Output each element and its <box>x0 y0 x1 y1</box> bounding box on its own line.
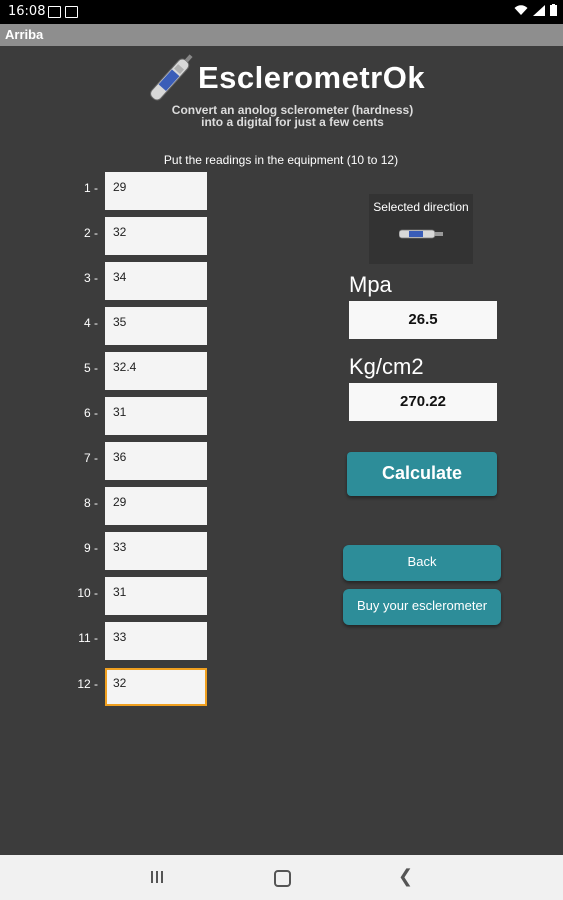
reading-label-1: 1 - <box>83 181 98 195</box>
direction-panel[interactable]: Selected direction <box>369 194 473 264</box>
mpa-value: 26.5 <box>349 301 497 339</box>
reading-label-8: 8 - <box>83 496 98 510</box>
reading-label-6: 6 - <box>83 406 98 420</box>
reading-input-3[interactable]: 34 <box>105 262 207 300</box>
reading-input-12[interactable]: 32 <box>105 668 207 706</box>
reading-input-8[interactable]: 29 <box>105 487 207 525</box>
home-icon[interactable] <box>274 870 291 887</box>
sclerometer-logo-icon <box>150 54 193 101</box>
reading-input-7[interactable]: 36 <box>105 442 207 480</box>
system-icons <box>514 4 557 16</box>
instructions-text: Put the readings in the equipment (10 to… <box>163 153 399 167</box>
recent-apps-icon[interactable] <box>151 871 163 883</box>
buy-esclerometer-button[interactable]: Buy your esclerometer <box>343 589 501 625</box>
status-time: 16:08 <box>8 4 46 19</box>
reading-label-2: 2 - <box>83 226 98 240</box>
mpa-label: Mpa <box>349 272 392 297</box>
reading-label-7: 7 - <box>83 451 98 465</box>
reading-input-9[interactable]: 33 <box>105 532 207 570</box>
app-title: EsclerometrOk <box>198 60 426 95</box>
reading-label-4: 4 - <box>83 316 98 330</box>
reading-label-9: 9 - <box>83 541 98 555</box>
reading-input-2[interactable]: 32 <box>105 217 207 255</box>
kg-label: Kg/cm2 <box>349 354 424 379</box>
reading-input-6[interactable]: 31 <box>105 397 207 435</box>
direction-label: Selected direction <box>373 200 469 214</box>
wifi-icon <box>514 4 528 15</box>
reading-label-12: 12 - <box>77 677 98 691</box>
notification-icons <box>48 6 78 18</box>
reading-label-3: 3 - <box>83 271 98 285</box>
back-nav-icon[interactable]: ❮ <box>398 866 413 887</box>
kg-value: 270.22 <box>349 383 497 421</box>
status-bar: 16:08 <box>0 0 563 24</box>
navigation-bar: ❮ <box>0 855 563 900</box>
reading-label-11: 11 - <box>78 631 98 645</box>
reading-label-10: 10 - <box>77 586 98 600</box>
battery-icon <box>550 4 557 16</box>
gallery-notification-icon <box>48 6 61 18</box>
image-notification-icon <box>65 6 78 18</box>
sclerometer-horizontal-icon <box>399 229 443 239</box>
window-title: Arriba <box>5 27 44 42</box>
reading-input-11[interactable]: 33 <box>105 622 207 660</box>
subtitle-line-2: into a digital for just a few cents <box>201 115 384 129</box>
reading-label-5: 5 - <box>83 361 98 375</box>
reading-input-5[interactable]: 32.4 <box>105 352 207 390</box>
back-button[interactable]: Back <box>343 545 501 581</box>
signal-icon <box>533 4 545 16</box>
reading-input-4[interactable]: 35 <box>105 307 207 345</box>
calculate-button[interactable]: Calculate <box>347 452 497 496</box>
title-bar: Arriba <box>0 24 563 46</box>
app-subtitle: Convert an anolog sclerometer (hardness)… <box>150 104 435 128</box>
reading-input-10[interactable]: 31 <box>105 577 207 615</box>
reading-input-1[interactable]: 29 <box>105 172 207 210</box>
